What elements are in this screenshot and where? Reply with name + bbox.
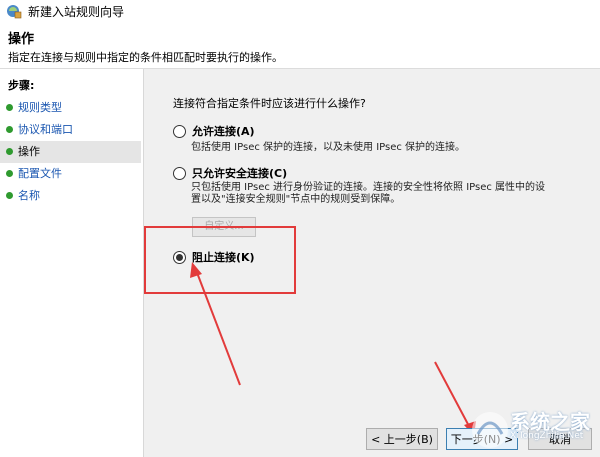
step-rule-type[interactable]: 规则类型 <box>0 97 143 119</box>
step-label: 协议和端口 <box>18 123 73 136</box>
step-bullet-icon <box>6 170 13 177</box>
wizard-header: 操作 指定在连接与规则中指定的条件相匹配时要执行的操作。 <box>0 22 600 69</box>
step-profile[interactable]: 配置文件 <box>0 163 143 185</box>
watermark-url: XiTongZhiJia.Net <box>510 431 584 441</box>
step-bullet-icon <box>6 148 13 155</box>
option-label: 允许连接(A) <box>192 125 255 138</box>
option-label: 只允许安全连接(C) <box>192 167 288 180</box>
option-allow-secure-only[interactable]: 只允许安全连接(C) <box>173 165 287 181</box>
firewall-wizard-icon <box>7 5 22 19</box>
step-label: 操作 <box>18 145 40 158</box>
radio-allow[interactable] <box>173 124 186 138</box>
step-protocol-port[interactable]: 协议和端口 <box>0 119 143 141</box>
title-bar: 新建入站规则向导 <box>0 0 600 22</box>
steps-sidebar: 步骤: 规则类型 协议和端口 操作 配置文件 名称 <box>0 69 144 457</box>
steps-label: 步骤: <box>8 79 35 92</box>
option-allow-connection[interactable]: 允许连接(A) <box>173 123 255 139</box>
page-title: 操作 <box>8 32 35 47</box>
highlight-annotation-box <box>144 226 296 294</box>
step-action[interactable]: 操作 <box>0 141 141 163</box>
step-label: 名称 <box>18 189 40 202</box>
page-description: 指定在连接与规则中指定的条件相匹配时要执行的操作。 <box>8 51 283 64</box>
step-name[interactable]: 名称 <box>0 185 143 207</box>
step-bullet-icon <box>6 192 13 199</box>
action-question: 连接符合指定条件时应该进行什么操作? <box>173 97 366 110</box>
back-button[interactable]: < 上一步(B) <box>366 428 438 450</box>
radio-secure-only[interactable] <box>173 166 186 180</box>
step-label: 配置文件 <box>18 167 62 180</box>
option-allow-description: 包括使用 IPsec 保护的连接，以及未使用 IPsec 保护的连接。 <box>191 142 466 153</box>
step-list: 规则类型 协议和端口 操作 配置文件 名称 <box>0 97 143 207</box>
step-bullet-icon <box>6 104 13 111</box>
option-secure-description-line2: 置以及"连接安全规则"节点中的规则受到保障。 <box>191 194 401 205</box>
window-title: 新建入站规则向导 <box>28 4 125 19</box>
step-bullet-icon <box>6 126 13 133</box>
step-label: 规则类型 <box>18 101 62 114</box>
